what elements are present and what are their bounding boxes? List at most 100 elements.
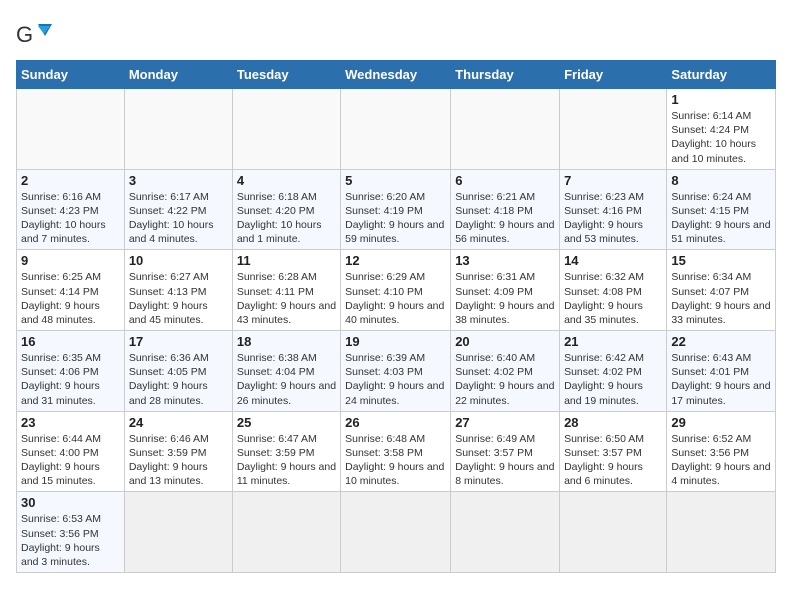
dow-thursday: Thursday (451, 61, 560, 89)
dow-wednesday: Wednesday (341, 61, 451, 89)
calendar-cell: 16Sunrise: 6:35 AM Sunset: 4:06 PM Dayli… (17, 331, 125, 412)
day-info: Sunrise: 6:52 AM Sunset: 3:56 PM Dayligh… (671, 432, 771, 489)
dow-monday: Monday (124, 61, 232, 89)
day-info: Sunrise: 6:40 AM Sunset: 4:02 PM Dayligh… (455, 351, 555, 408)
day-info: Sunrise: 6:24 AM Sunset: 4:15 PM Dayligh… (671, 190, 771, 247)
day-info: Sunrise: 6:25 AM Sunset: 4:14 PM Dayligh… (21, 270, 120, 327)
dow-sunday: Sunday (17, 61, 125, 89)
calendar-week-5: 30 Sunrise: 6:53 AM Sunset: 3:56 PM Dayli… (17, 492, 776, 573)
calendar-cell: 13Sunrise: 6:31 AM Sunset: 4:09 PM Dayli… (451, 250, 560, 331)
calendar-cell: 1 Sunrise: 6:14 AM Sunset: 4:24 PM Daylig… (667, 89, 776, 170)
day-number: 15 (671, 253, 771, 268)
day-number: 4 (237, 173, 336, 188)
day-number: 30 (21, 495, 120, 510)
day-info: Sunrise: 6:50 AM Sunset: 3:57 PM Dayligh… (564, 432, 662, 489)
calendar-cell (124, 492, 232, 573)
day-info: Sunrise: 6:32 AM Sunset: 4:08 PM Dayligh… (564, 270, 662, 327)
day-info: Sunrise: 6:34 AM Sunset: 4:07 PM Dayligh… (671, 270, 771, 327)
day-number: 7 (564, 173, 662, 188)
day-info: Sunrise: 6:47 AM Sunset: 3:59 PM Dayligh… (237, 432, 336, 489)
day-number: 14 (564, 253, 662, 268)
calendar-cell: 15 Sunrise: 6:34 AM Sunset: 4:07 PM Dayli… (667, 250, 776, 331)
logo: G (16, 16, 56, 52)
day-number: 10 (129, 253, 228, 268)
day-number: 11 (237, 253, 336, 268)
day-number: 18 (237, 334, 336, 349)
calendar-cell: 21 Sunrise: 6:42 AM Sunset: 4:02 PM Dayli… (560, 331, 667, 412)
calendar-cell (560, 492, 667, 573)
calendar-cell (232, 89, 340, 170)
day-info: Sunrise: 6:21 AM Sunset: 4:18 PM Dayligh… (455, 190, 555, 247)
day-number: 1 (671, 92, 771, 107)
day-info: Sunrise: 6:28 AM Sunset: 4:11 PM Dayligh… (237, 270, 336, 327)
calendar-cell (451, 492, 560, 573)
calendar-cell (667, 492, 776, 573)
logo-icon: G (16, 16, 52, 52)
day-info: Sunrise: 6:20 AM Sunset: 4:19 PM Dayligh… (345, 190, 446, 247)
calendar-cell (341, 89, 451, 170)
calendar-cell: 2 Sunrise: 6:16 AM Sunset: 4:23 PM Daylig… (17, 169, 125, 250)
dow-saturday: Saturday (667, 61, 776, 89)
day-info: Sunrise: 6:49 AM Sunset: 3:57 PM Dayligh… (455, 432, 555, 489)
calendar-cell (451, 89, 560, 170)
day-number: 9 (21, 253, 120, 268)
day-number: 19 (345, 334, 446, 349)
calendar-cell: 20 Sunrise: 6:40 AM Sunset: 4:02 PM Dayli… (451, 331, 560, 412)
calendar-cell: 17 Sunrise: 6:36 AM Sunset: 4:05 PM Dayli… (124, 331, 232, 412)
calendar-week-1: 2 Sunrise: 6:16 AM Sunset: 4:23 PM Daylig… (17, 169, 776, 250)
calendar-cell: 29 Sunrise: 6:52 AM Sunset: 3:56 PM Dayli… (667, 411, 776, 492)
calendar-cell: 22Sunrise: 6:43 AM Sunset: 4:01 PM Dayli… (667, 331, 776, 412)
day-number: 25 (237, 415, 336, 430)
calendar-cell: 4Sunrise: 6:18 AM Sunset: 4:20 PM Daylig… (232, 169, 340, 250)
day-number: 12 (345, 253, 446, 268)
calendar-week-0: 1 Sunrise: 6:14 AM Sunset: 4:24 PM Daylig… (17, 89, 776, 170)
calendar-cell (341, 492, 451, 573)
day-info: Sunrise: 6:14 AM Sunset: 4:24 PM Dayligh… (671, 109, 771, 166)
day-number: 17 (129, 334, 228, 349)
day-number: 24 (129, 415, 228, 430)
day-info: Sunrise: 6:48 AM Sunset: 3:58 PM Dayligh… (345, 432, 446, 489)
day-number: 29 (671, 415, 771, 430)
dow-friday: Friday (560, 61, 667, 89)
dow-tuesday: Tuesday (232, 61, 340, 89)
calendar-cell: 9 Sunrise: 6:25 AM Sunset: 4:14 PM Daylig… (17, 250, 125, 331)
day-number: 21 (564, 334, 662, 349)
calendar-cell: 7 Sunrise: 6:23 AM Sunset: 4:16 PM Daylig… (560, 169, 667, 250)
day-number: 27 (455, 415, 555, 430)
day-number: 20 (455, 334, 555, 349)
day-info: Sunrise: 6:38 AM Sunset: 4:04 PM Dayligh… (237, 351, 336, 408)
calendar-cell (124, 89, 232, 170)
day-number: 26 (345, 415, 446, 430)
day-number: 28 (564, 415, 662, 430)
calendar-cell: 28 Sunrise: 6:50 AM Sunset: 3:57 PM Dayli… (560, 411, 667, 492)
calendar-cell: 19 Sunrise: 6:39 AM Sunset: 4:03 PM Dayli… (341, 331, 451, 412)
day-info: Sunrise: 6:42 AM Sunset: 4:02 PM Dayligh… (564, 351, 662, 408)
day-info: Sunrise: 6:16 AM Sunset: 4:23 PM Dayligh… (21, 190, 120, 247)
day-info: Sunrise: 6:27 AM Sunset: 4:13 PM Dayligh… (129, 270, 228, 327)
day-info: Sunrise: 6:43 AM Sunset: 4:01 PM Dayligh… (671, 351, 771, 408)
calendar-table: SundayMondayTuesdayWednesdayThursdayFrid… (16, 60, 776, 573)
calendar-cell: 25 Sunrise: 6:47 AM Sunset: 3:59 PM Dayli… (232, 411, 340, 492)
calendar-week-3: 16Sunrise: 6:35 AM Sunset: 4:06 PM Dayli… (17, 331, 776, 412)
page-header: G (16, 16, 776, 52)
day-number: 16 (21, 334, 120, 349)
calendar-cell: 3Sunrise: 6:17 AM Sunset: 4:22 PM Daylig… (124, 169, 232, 250)
calendar-cell (232, 492, 340, 573)
day-info: Sunrise: 6:23 AM Sunset: 4:16 PM Dayligh… (564, 190, 662, 247)
calendar-cell: 26 Sunrise: 6:48 AM Sunset: 3:58 PM Dayli… (341, 411, 451, 492)
day-number: 13 (455, 253, 555, 268)
day-info: Sunrise: 6:53 AM Sunset: 3:56 PM Dayligh… (21, 512, 120, 569)
day-info: Sunrise: 6:46 AM Sunset: 3:59 PM Dayligh… (129, 432, 228, 489)
day-info: Sunrise: 6:39 AM Sunset: 4:03 PM Dayligh… (345, 351, 446, 408)
day-info: Sunrise: 6:36 AM Sunset: 4:05 PM Dayligh… (129, 351, 228, 408)
day-number: 2 (21, 173, 120, 188)
calendar-week-4: 23Sunrise: 6:44 AM Sunset: 4:00 PM Dayli… (17, 411, 776, 492)
calendar-cell: 12 Sunrise: 6:29 AM Sunset: 4:10 PM Dayli… (341, 250, 451, 331)
calendar-cell: 24 Sunrise: 6:46 AM Sunset: 3:59 PM Dayli… (124, 411, 232, 492)
calendar-cell: 11 Sunrise: 6:28 AM Sunset: 4:11 PM Dayli… (232, 250, 340, 331)
calendar-cell (560, 89, 667, 170)
calendar-cell: 5 Sunrise: 6:20 AM Sunset: 4:19 PM Daylig… (341, 169, 451, 250)
day-info: Sunrise: 6:29 AM Sunset: 4:10 PM Dayligh… (345, 270, 446, 327)
day-info: Sunrise: 6:17 AM Sunset: 4:22 PM Dayligh… (129, 190, 228, 247)
day-number: 5 (345, 173, 446, 188)
